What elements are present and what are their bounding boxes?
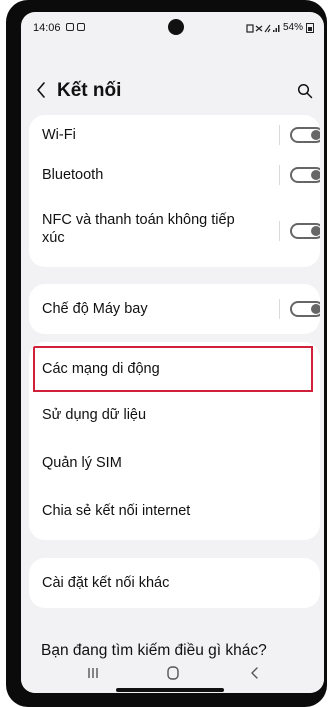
toggle-knob bbox=[311, 170, 320, 180]
search-suggestion-prompt[interactable]: Bạn đang tìm kiếm điều gì khác? bbox=[41, 642, 267, 660]
connectivity-card: Wi-Fi Bluetooth NFC và thanh toán không … bbox=[29, 115, 320, 267]
airplane-toggle[interactable] bbox=[290, 301, 320, 317]
nfc-label-line2: xúc bbox=[42, 230, 65, 246]
more-settings-card: Cài đặt kết nối khác bbox=[29, 558, 320, 608]
divider bbox=[279, 125, 280, 145]
bluetooth-label: Bluetooth bbox=[42, 167, 104, 183]
gallery-notification-icon bbox=[66, 23, 74, 31]
notification-icons bbox=[66, 23, 85, 31]
recents-icon bbox=[88, 668, 98, 678]
wifi-row[interactable]: Wi-Fi bbox=[29, 115, 320, 155]
nav-back-button[interactable] bbox=[235, 662, 275, 684]
nfc-label-line1: NFC và thanh toán không tiếp bbox=[42, 212, 235, 228]
mobile-networks-row[interactable]: Các mạng di động bbox=[29, 346, 320, 392]
calendar-notification-icon bbox=[77, 23, 85, 31]
data-usage-label: Sử dụng dữ liệu bbox=[42, 407, 147, 423]
toggle-knob bbox=[311, 130, 320, 140]
back-button[interactable] bbox=[29, 76, 53, 104]
nav-back-icon bbox=[251, 667, 258, 679]
divider bbox=[279, 299, 280, 319]
network-card: Các mạng di động Sử dụng dữ liệu Quản lý… bbox=[29, 342, 320, 540]
nfc-toggle[interactable] bbox=[290, 223, 320, 239]
sim-manager-row[interactable]: Quản lý SIM bbox=[29, 442, 320, 486]
sim-manager-label: Quản lý SIM bbox=[42, 455, 122, 471]
divider bbox=[279, 165, 280, 185]
status-bar: 14:06 54% bbox=[21, 12, 324, 48]
data-usage-row[interactable]: Sử dụng dữ liệu bbox=[29, 394, 320, 438]
search-icon bbox=[297, 83, 313, 99]
more-settings-label: Cài đặt kết nối khác bbox=[42, 575, 170, 591]
nfc-row[interactable]: NFC và thanh toán không tiếp xúc bbox=[29, 195, 320, 267]
home-icon bbox=[167, 666, 179, 680]
page-title: Kết nối bbox=[57, 80, 122, 101]
front-camera bbox=[168, 19, 184, 35]
system-status-icons bbox=[246, 23, 280, 33]
battery-percent: 54% bbox=[282, 22, 303, 33]
toggle-knob bbox=[311, 304, 320, 314]
bluetooth-toggle[interactable] bbox=[290, 167, 320, 183]
toggle-knob bbox=[311, 226, 320, 236]
navigation-bar bbox=[21, 660, 324, 693]
search-button[interactable] bbox=[292, 78, 318, 104]
hotspot-label: Chia sẻ kết nối internet bbox=[42, 503, 191, 519]
battery-icon bbox=[306, 22, 314, 33]
status-right: 54% bbox=[246, 22, 314, 33]
hotspot-row[interactable]: Chia sẻ kết nối internet bbox=[29, 490, 320, 536]
more-settings-row[interactable]: Cài đặt kết nối khác bbox=[29, 558, 320, 608]
wifi-label: Wi-Fi bbox=[42, 127, 76, 143]
recents-button[interactable] bbox=[73, 662, 113, 684]
divider bbox=[279, 221, 280, 241]
airplane-card: Chế độ Máy bay bbox=[29, 284, 320, 334]
app-header: Kết nối bbox=[21, 74, 324, 110]
home-indicator[interactable] bbox=[116, 688, 224, 692]
airplane-row[interactable]: Chế độ Máy bay bbox=[29, 284, 320, 334]
airplane-label: Chế độ Máy bay bbox=[42, 301, 148, 317]
mobile-networks-label: Các mạng di động bbox=[42, 361, 160, 377]
phone-frame: 14:06 54% Kết nối Wi-Fi Bluetooth NFC và… bbox=[6, 0, 327, 707]
bluetooth-row[interactable]: Bluetooth bbox=[29, 155, 320, 195]
status-time: 14:06 bbox=[33, 22, 61, 34]
screen: 14:06 54% Kết nối Wi-Fi Bluetooth NFC và… bbox=[21, 12, 324, 693]
home-button[interactable] bbox=[153, 662, 193, 684]
wifi-toggle[interactable] bbox=[290, 127, 320, 143]
back-arrow-icon bbox=[37, 82, 45, 98]
